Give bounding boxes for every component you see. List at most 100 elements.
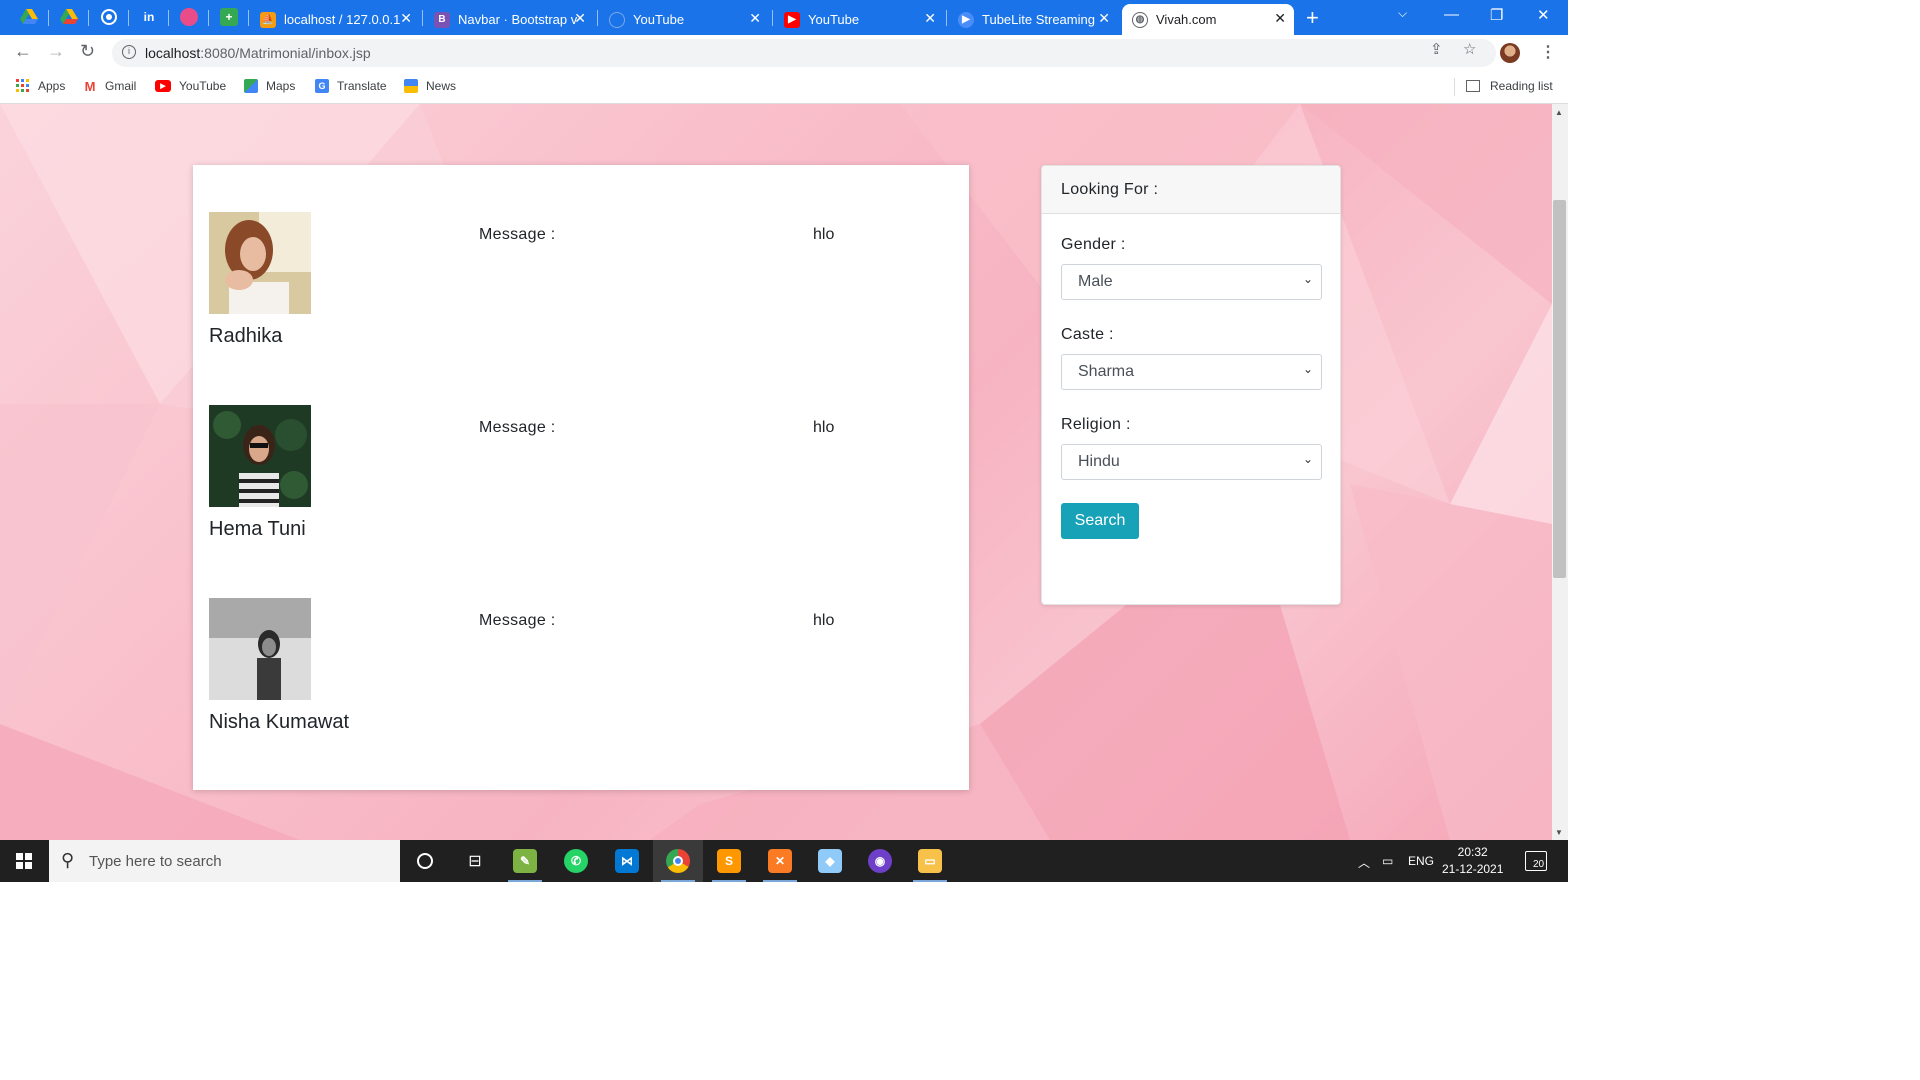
site-info-icon[interactable]: i [122, 45, 136, 59]
linkedin-icon[interactable]: in [140, 8, 158, 26]
vscode-icon[interactable]: ⋈ [602, 840, 652, 882]
sheets-icon[interactable]: + [220, 8, 238, 26]
bootstrap-icon: B [434, 11, 450, 28]
tab-tubelite[interactable]: ▶ TubeLite Streaming ✕ [948, 4, 1118, 35]
bookmark-news[interactable]: News [404, 79, 456, 93]
card-header: Looking For : [1042, 166, 1340, 214]
new-tab-button[interactable]: + [1306, 5, 1319, 31]
file-explorer-icon[interactable]: ▭ [905, 840, 955, 882]
sender-name: Radhika [209, 325, 283, 347]
bookmark-maps[interactable]: Maps [244, 79, 295, 93]
scroll-down-icon[interactable]: ▼ [1555, 828, 1563, 837]
message-label: Message : [479, 419, 556, 436]
scroll-up-icon[interactable]: ▲ [1555, 108, 1563, 117]
tab-bootstrap[interactable]: B Navbar · Bootstrap v ✕ [424, 4, 594, 35]
message-text: hlo [813, 419, 835, 436]
close-tab-icon[interactable]: ✕ [924, 10, 936, 27]
windows-start-icon[interactable] [16, 853, 32, 869]
tab-youtube-2[interactable]: ▶ YouTube ✕ [774, 4, 944, 35]
tubelite-icon: ▶ [958, 11, 974, 28]
profile-avatar[interactable] [1500, 43, 1520, 63]
task-view-icon[interactable]: ⊟ [450, 840, 500, 882]
chevron-down-icon: ⌄ [1302, 362, 1313, 376]
youtube-icon: ▶ [784, 11, 800, 28]
bookmark-star-icon[interactable]: ☆ [1463, 40, 1476, 58]
language-indicator[interactable]: ENG [1408, 854, 1434, 868]
taskbar-search-box[interactable]: ⚲ Type here to search [49, 840, 400, 882]
message-item[interactable]: Hema Tuni Message : hlo [209, 405, 949, 565]
close-window-button[interactable]: ✕ [1537, 6, 1550, 24]
tray-chevron-up-icon[interactable]: ︿ [1358, 854, 1370, 871]
search-icon: ⚲ [61, 850, 75, 870]
reading-list-icon [1466, 80, 1480, 92]
caste-select[interactable]: Sharma ⌄ [1061, 354, 1322, 390]
dribbble-icon[interactable] [180, 8, 198, 26]
tab-search-icon[interactable]: ⌵ [1398, 6, 1407, 21]
bookmarks-bar: Apps M Gmail ▶ YouTube Maps G Translate … [0, 71, 1568, 104]
close-tab-icon[interactable]: ✕ [749, 10, 761, 27]
inbox-card: Radhika Message : hlo Hema Tuni Message … [193, 165, 969, 790]
system-clock[interactable]: 20:32 21-12-2021 [1442, 844, 1503, 878]
cortana-icon[interactable] [400, 840, 450, 882]
phpmyadmin-icon: ⛵ [260, 11, 276, 28]
share-icon[interactable]: ⇪ [1430, 40, 1443, 58]
sender-name: Hema Tuni [209, 518, 306, 540]
close-tab-icon[interactable]: ✕ [574, 10, 586, 27]
sublime-text-icon[interactable]: S [704, 840, 754, 882]
google-drive-icon-2[interactable] [60, 8, 78, 26]
close-tab-icon[interactable]: ✕ [1098, 10, 1110, 27]
tab-youtube-1[interactable]: YouTube ✕ [599, 4, 769, 35]
restore-button[interactable]: ❐ [1490, 6, 1503, 24]
battery-icon[interactable]: ▭ [1382, 854, 1393, 868]
bookmark-translate[interactable]: G Translate [315, 79, 387, 93]
profile-photo[interactable] [209, 598, 311, 700]
minimize-button[interactable]: — [1444, 6, 1459, 23]
maps-icon [244, 79, 258, 93]
forward-icon[interactable]: → [47, 41, 65, 62]
close-tab-icon[interactable]: ✕ [1274, 10, 1286, 27]
translate-icon: G [315, 79, 329, 93]
message-text: hlo [813, 226, 835, 243]
reading-list[interactable]: Reading list [1466, 79, 1553, 93]
profile-photo[interactable] [209, 405, 311, 507]
github-icon[interactable] [100, 8, 118, 26]
bookmark-apps[interactable]: Apps [16, 79, 65, 93]
scrollbar-thumb[interactable] [1553, 200, 1566, 578]
xampp-icon[interactable]: ✕ [755, 840, 805, 882]
bookmark-gmail[interactable]: M Gmail [83, 78, 137, 94]
close-tab-icon[interactable]: ✕ [400, 10, 412, 27]
virtualbox-icon[interactable]: ◆ [805, 840, 855, 882]
globe-icon: ◍ [1132, 11, 1148, 28]
back-icon[interactable]: ← [14, 41, 32, 62]
whatsapp-icon[interactable]: ✆ [551, 840, 601, 882]
gmail-icon: M [84, 78, 96, 94]
menu-kebab-icon[interactable]: ⋮ [1540, 42, 1556, 62]
tab-phpmyadmin[interactable]: ⛵ localhost / 127.0.0.1 ✕ [250, 4, 420, 35]
address-bar: ← → ↻ i localhost:8080/Matrimonial/inbox… [0, 35, 1568, 71]
windows-taskbar: ⚲ Type here to search ⊟ ✎ ✆ ⋈ S ✕ ◆ ◉ ▭ … [0, 840, 1568, 882]
message-item[interactable]: Nisha Kumawat Message : hlo [209, 598, 949, 758]
religion-label: Religion : [1061, 416, 1131, 433]
omnibox[interactable]: i localhost:8080/Matrimonial/inbox.jsp [112, 39, 1496, 67]
notification-count: 20 [1532, 859, 1546, 870]
google-drive-icon[interactable] [20, 8, 38, 26]
tab-vivah[interactable]: ◍ Vivah.com ✕ [1122, 4, 1294, 35]
page-viewport: Radhika Message : hlo Hema Tuni Message … [0, 104, 1552, 840]
reload-icon[interactable]: ↻ [80, 41, 95, 62]
profile-photo[interactable] [209, 212, 311, 314]
github-desktop-icon[interactable]: ◉ [855, 840, 905, 882]
religion-select[interactable]: Hindu ⌄ [1061, 444, 1322, 480]
search-button[interactable]: Search [1061, 503, 1139, 539]
notepad-app-icon[interactable]: ✎ [500, 840, 550, 882]
bookmark-youtube[interactable]: ▶ YouTube [155, 79, 226, 93]
looking-for-card: Looking For : Gender : Male ⌄ Caste : Sh… [1041, 165, 1341, 605]
chrome-icon[interactable] [653, 840, 703, 882]
message-item[interactable]: Radhika Message : hlo [209, 212, 949, 372]
url-text[interactable]: localhost:8080/Matrimonial/inbox.jsp [145, 45, 371, 61]
gender-select[interactable]: Male ⌄ [1061, 264, 1322, 300]
browser-tab-strip: in + ⛵ localhost / 127.0.0.1 ✕ B Navbar … [0, 0, 1568, 35]
loading-icon [609, 11, 625, 28]
youtube-icon: ▶ [155, 80, 171, 92]
gender-label: Gender : [1061, 236, 1126, 253]
chevron-down-icon: ⌄ [1302, 272, 1313, 286]
